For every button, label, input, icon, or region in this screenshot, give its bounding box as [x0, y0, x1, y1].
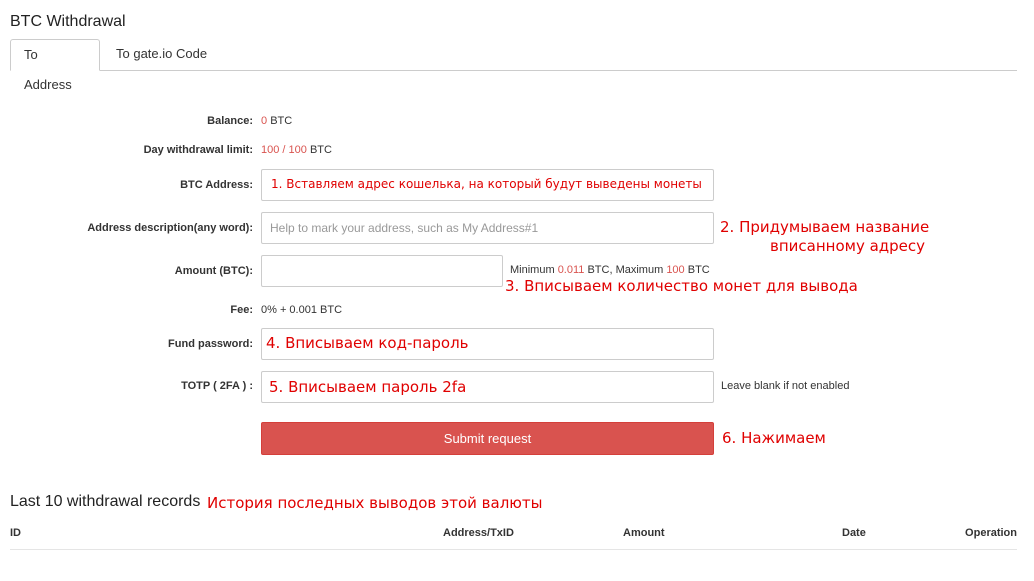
fund-password-label: Fund password:	[168, 338, 253, 350]
amount-hint-mid: BTC, Maximum	[587, 264, 664, 276]
address-description-input[interactable]	[261, 212, 714, 244]
tab-gateio-code[interactable]: To gate.io Code	[103, 39, 220, 70]
day-limit-label: Day withdrawal limit:	[143, 144, 253, 156]
day-limit-unit: BTC	[309, 144, 332, 156]
fund-password-input[interactable]	[261, 328, 714, 360]
totp-label: TOTP ( 2FA ) :	[181, 380, 253, 392]
step2-annotation-line1: 2. Придумываем название	[720, 218, 930, 236]
amount-min-label: Minimum	[510, 264, 555, 276]
amount-max: 100	[666, 264, 685, 276]
page-title: BTC Withdrawal	[10, 13, 126, 30]
balance-label: Balance:	[207, 115, 253, 127]
records-annotation: История последных выводов этой валюты	[207, 494, 543, 512]
totp-input[interactable]	[261, 371, 714, 403]
fee-value: 0% + 0.001 BTC	[261, 304, 343, 316]
column-amount: Amount	[623, 527, 665, 539]
amount-input[interactable]	[261, 255, 503, 287]
column-address-txid: Address/TxID	[443, 527, 514, 539]
tab-bar: To Address To gate.io Code	[10, 39, 1017, 92]
amount-min: 0.011	[557, 264, 585, 276]
amount-label: Amount (BTC):	[174, 265, 253, 277]
column-operation: Operation	[965, 527, 1017, 539]
amount-hint-unit: BTC	[687, 264, 710, 276]
records-title: Last 10 withdrawal records	[10, 493, 201, 510]
balance-value: 0 BTC	[261, 115, 292, 127]
day-limit-max: 100	[288, 144, 307, 156]
btc-address-input[interactable]	[261, 169, 714, 201]
btc-address-label: BTC Address:	[180, 179, 253, 191]
step3-annotation: 3. Вписываем количество монет для вывода	[505, 277, 858, 295]
day-limit-value: 100 / 100 BTC	[261, 144, 332, 156]
tab-to-address[interactable]: To Address	[10, 39, 100, 92]
day-limit-separator: /	[282, 144, 286, 156]
balance-unit: BTC	[270, 115, 293, 127]
records-table-header: ID Address/TxID Amount Date Operation	[10, 519, 1017, 550]
totp-hint: Leave blank if not enabled	[721, 380, 850, 392]
fee-label: Fee:	[230, 304, 253, 316]
day-limit-used: 100	[261, 144, 280, 156]
step2-annotation-line2: вписанному адресу	[770, 237, 926, 255]
step6-annotation: 6. Нажимаем	[722, 429, 826, 447]
balance-amount: 0	[261, 115, 268, 127]
amount-hint: Minimum 0.011 BTC, Maximum 100 BTC	[510, 264, 710, 276]
withdrawal-page: BTC Withdrawal To Address To gate.io Cod…	[0, 0, 1034, 581]
submit-request-button[interactable]: Submit request	[261, 422, 714, 455]
column-id: ID	[10, 527, 21, 539]
column-date: Date	[842, 527, 866, 539]
address-description-label: Address description(any word):	[87, 222, 253, 234]
